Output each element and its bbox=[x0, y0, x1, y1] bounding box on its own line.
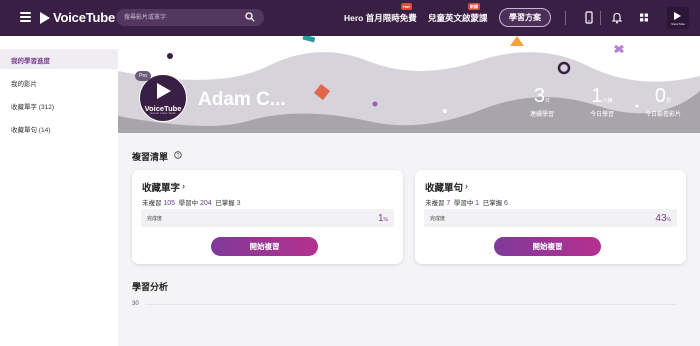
completion-value: 43% bbox=[655, 213, 671, 224]
stat-today-videos: 0部 今日觀看影片 bbox=[638, 85, 688, 118]
sidebar-item-saved-words[interactable]: 收藏單字 (312) bbox=[11, 101, 54, 111]
mastered-label: 已掌握 bbox=[482, 200, 503, 207]
saved-sentences-card: 收藏單句 › 未複習 7 學習中 1 已掌握 6 完成度 43% 開始複習 bbox=[415, 170, 686, 264]
mastered-label: 已掌握 bbox=[215, 200, 235, 207]
stat-minutes-unit: 分鐘 bbox=[602, 98, 613, 104]
mastered-count: 6 bbox=[504, 200, 508, 207]
stat-today-minutes: 1分鐘 今日學習 bbox=[582, 85, 622, 118]
completion-number: 43 bbox=[655, 213, 667, 224]
unreviewed-count: 7 bbox=[446, 200, 451, 207]
avatar-mini-label: VoiceTube bbox=[670, 22, 686, 26]
learning-count: 204 bbox=[199, 200, 212, 207]
stat-minutes-label: 今日學習 bbox=[589, 112, 614, 118]
sidebar: 我的學習進度 我的影片 收藏單字 (312) 收藏單句 (14) bbox=[0, 36, 118, 346]
logo-play-icon bbox=[40, 11, 50, 24]
top-navigation-bar: VoiceTube Hero 首月限時免費 Hot 兒童英文啟蒙課 新課 學習方… bbox=[0, 0, 700, 36]
completion-box: 完成度 43% bbox=[424, 209, 677, 227]
completion-label: 完成度 bbox=[430, 216, 446, 222]
chevron-right-icon[interactable]: › bbox=[465, 181, 468, 191]
saved-words-card: 收藏單字 › 未複習 105 學習中 204 已掌握 3 完成度 1% 開始複習 bbox=[132, 170, 403, 264]
topbar-divider bbox=[600, 11, 601, 25]
stat-videos-label: 今日觀看影片 bbox=[644, 112, 681, 118]
stat-videos-value: 0 bbox=[654, 85, 667, 107]
stat-minutes-value: 1 bbox=[591, 85, 603, 107]
card-title[interactable]: 收藏單句 bbox=[425, 180, 463, 194]
menu-icon[interactable] bbox=[20, 12, 31, 22]
completion-unit: % bbox=[383, 217, 388, 223]
unreviewed-count: 105 bbox=[163, 200, 175, 207]
nav-link-kids-english[interactable]: 兒童英文啟蒙課 bbox=[428, 12, 488, 24]
learning-plan-button[interactable]: 學習方案 bbox=[499, 8, 551, 27]
stat-streak-unit: 日 bbox=[545, 98, 551, 104]
stat-streak-value: 3 bbox=[533, 85, 546, 107]
bell-icon[interactable] bbox=[611, 11, 623, 24]
new-course-badge: 新課 bbox=[468, 3, 480, 10]
avatar-play-icon bbox=[157, 83, 171, 99]
topbar-divider bbox=[565, 11, 566, 25]
avatar-logo-icon bbox=[674, 12, 681, 20]
hot-badge: Hot bbox=[401, 3, 412, 10]
stat-streak: 3日 連續學習 bbox=[524, 85, 560, 118]
phone-icon[interactable] bbox=[583, 11, 595, 24]
chart-gridline bbox=[146, 304, 676, 305]
search-input[interactable] bbox=[124, 12, 234, 23]
profile-banner: Pro VoiceTube Connect. Listen. Speak. Ad… bbox=[118, 36, 700, 133]
logo-text: VoiceTube bbox=[53, 10, 116, 25]
sidebar-item-my-videos[interactable]: 我的影片 bbox=[11, 78, 37, 88]
help-icon[interactable]: ? bbox=[174, 151, 182, 159]
user-avatar-button[interactable]: VoiceTube bbox=[667, 7, 689, 29]
profile-avatar[interactable]: VoiceTube Connect. Listen. Speak. bbox=[139, 74, 187, 122]
voicetube-logo[interactable]: VoiceTube bbox=[40, 10, 115, 25]
pro-badge: Pro bbox=[135, 71, 151, 81]
chart-axis-tick: 30 bbox=[132, 301, 139, 307]
learning-label: 學習中 bbox=[453, 200, 474, 207]
unreviewed-label: 未複習 bbox=[425, 200, 445, 207]
svg-text:?: ? bbox=[177, 153, 180, 159]
completion-box: 完成度 1% bbox=[141, 209, 394, 227]
completion-label: 完成度 bbox=[147, 216, 163, 222]
search-bar[interactable] bbox=[116, 9, 264, 26]
review-list-title: 複習清單 bbox=[132, 152, 169, 162]
mastered-count: 3 bbox=[236, 200, 241, 207]
learning-count: 1 bbox=[475, 200, 480, 207]
card-title[interactable]: 收藏單字 bbox=[142, 180, 180, 194]
avatar-tagline: Connect. Listen. Speak. bbox=[149, 112, 177, 115]
sidebar-item-learning-progress[interactable]: 我的學習進度 bbox=[11, 55, 50, 65]
unreviewed-label: 未複習 bbox=[142, 200, 162, 207]
stat-videos-unit: 部 bbox=[666, 98, 672, 104]
search-icon[interactable] bbox=[245, 12, 255, 22]
chevron-right-icon[interactable]: › bbox=[182, 181, 185, 191]
completion-unit: % bbox=[666, 217, 671, 223]
user-name: Adam C... bbox=[198, 89, 286, 110]
stat-streak-label: 連續學習 bbox=[529, 112, 554, 118]
start-review-button[interactable]: 開始複習 bbox=[211, 237, 318, 256]
sentence-counts: 未複習 7 學習中 1 已掌握 6 bbox=[425, 197, 508, 207]
start-review-button[interactable]: 開始複習 bbox=[494, 237, 601, 256]
word-counts: 未複習 105 學習中 204 已掌握 3 bbox=[142, 197, 240, 207]
learning-analysis-title: 學習分析 bbox=[132, 282, 169, 292]
learning-label: 學習中 bbox=[178, 200, 199, 207]
grid-icon[interactable] bbox=[638, 11, 650, 24]
completion-value: 1% bbox=[378, 213, 388, 224]
sidebar-item-saved-sentences[interactable]: 收藏單句 (14) bbox=[11, 124, 50, 134]
nav-link-hero-free-month[interactable]: Hero 首月限時免費 bbox=[344, 12, 417, 24]
